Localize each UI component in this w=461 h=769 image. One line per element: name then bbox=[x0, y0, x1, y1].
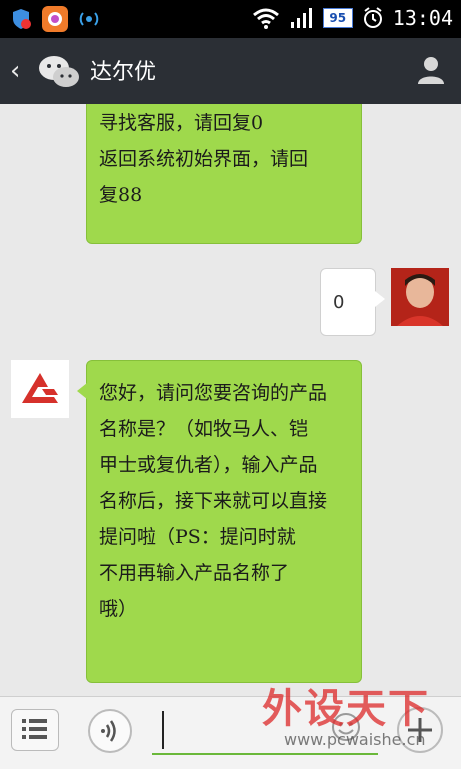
user-avatar[interactable] bbox=[391, 268, 449, 326]
message-line: 0 bbox=[333, 291, 345, 313]
more-options-button[interactable] bbox=[397, 707, 443, 753]
message-line: 甲士或复仇者），输入产品 bbox=[99, 454, 318, 476]
voice-input-button[interactable] bbox=[88, 709, 132, 753]
shield-icon bbox=[8, 6, 34, 32]
chat-title: 达尔优 bbox=[90, 60, 157, 85]
wechat-logo-icon bbox=[39, 56, 79, 87]
message-line: 名称是？（如牧马人、铠 bbox=[99, 418, 309, 440]
wireless-signal-icon bbox=[76, 6, 102, 32]
menu-toggle-button[interactable] bbox=[11, 709, 59, 751]
text-caret bbox=[162, 711, 164, 749]
message-line: 复88 bbox=[99, 184, 143, 206]
message-line: 寻找客服，请回复0 bbox=[99, 112, 264, 134]
message-line: 名称后，接下来就可以直接 bbox=[99, 490, 328, 512]
battery-indicator: 95 bbox=[322, 8, 353, 28]
message-bubble-incoming[interactable]: 您好，请问您要咨询的产品 名称是？（如牧马人、铠 甲士或复仇者），输入产品 名称… bbox=[77, 360, 362, 683]
back-chevron-icon[interactable]: ‹ bbox=[10, 58, 32, 84]
chat-area[interactable]: 寻找客服，请回复0 返回系统初始界面，请回 复88 0 您好，请问您要咨询的产品… bbox=[0, 104, 461, 696]
status-bar: 95 13:04 bbox=[0, 0, 461, 38]
clock-time: 13:04 bbox=[392, 6, 453, 30]
camera-app-icon bbox=[42, 6, 68, 32]
message-line: 不用再输入产品名称了 bbox=[99, 562, 290, 584]
message-bubble-outgoing[interactable]: 0 bbox=[320, 268, 385, 336]
message-line: 返回系统初始界面，请回 bbox=[99, 148, 309, 170]
emoji-icon[interactable] bbox=[330, 711, 362, 743]
cell-signal-icon bbox=[290, 8, 312, 28]
wifi-icon bbox=[252, 8, 279, 29]
message-line: 提问啦（PS：提问时就 bbox=[99, 526, 296, 548]
status-left-icons bbox=[8, 6, 102, 32]
message-bubble-incoming[interactable]: 寻找客服，请回复0 返回系统初始界面，请回 复88 bbox=[86, 104, 362, 244]
message-line: 哦） bbox=[99, 598, 138, 620]
official-account-avatar[interactable] bbox=[11, 360, 69, 418]
profile-icon[interactable] bbox=[415, 54, 447, 86]
alarm-clock-icon bbox=[363, 7, 382, 28]
status-right-icons: 95 13:04 bbox=[251, 6, 453, 30]
title-bar: ‹ 达尔优 bbox=[0, 38, 461, 104]
message-line: 您好，请问您要咨询的产品 bbox=[99, 382, 328, 404]
input-bar bbox=[0, 696, 461, 769]
